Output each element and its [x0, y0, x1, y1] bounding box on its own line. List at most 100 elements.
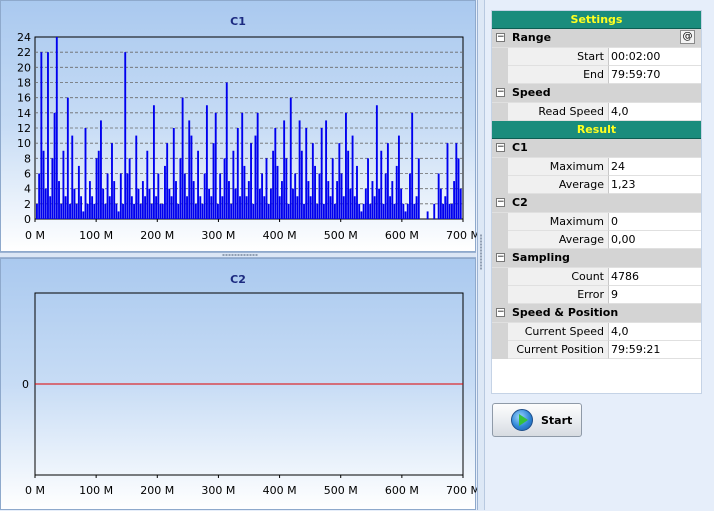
data-bar: [119, 173, 122, 219]
x-tick-label: 700 M: [446, 484, 477, 497]
property-name: Read Speed: [508, 103, 609, 121]
data-bar: [272, 150, 275, 219]
data-bar: [437, 173, 440, 219]
data-bar: [75, 203, 78, 219]
data-bar: [137, 188, 140, 219]
data-bar: [296, 196, 299, 219]
property-row-c2-maximum[interactable]: Maximum 0: [492, 213, 701, 231]
data-bar: [358, 203, 361, 219]
data-bar: [362, 203, 365, 219]
data-bar: [230, 203, 233, 219]
data-bar: [380, 150, 383, 219]
data-bar: [305, 128, 308, 219]
property-row-current-speed[interactable]: Current Speed 4,0: [492, 323, 701, 341]
property-row-read-speed[interactable]: Read Speed 4,0: [492, 103, 701, 121]
data-bar: [345, 112, 347, 219]
data-bar: [278, 196, 281, 219]
data-bar: [263, 196, 266, 219]
x-tick-label: 500 M: [324, 484, 358, 497]
property-row-start[interactable]: Start 00:02:00: [492, 48, 701, 66]
data-bar: [413, 203, 416, 219]
data-bar: [225, 82, 228, 219]
data-bar: [135, 135, 138, 219]
property-row-c2-average[interactable]: Average 0,00: [492, 231, 701, 249]
collapse-icon[interactable]: −: [496, 198, 505, 207]
data-bar: [106, 173, 109, 219]
data-bar: [455, 143, 458, 219]
category-label: C1: [512, 141, 528, 154]
collapse-icon[interactable]: −: [496, 33, 505, 42]
data-bar: [161, 203, 164, 219]
data-bar: [124, 52, 127, 219]
c1-maximum-value[interactable]: 24: [609, 158, 701, 176]
current-speed-value[interactable]: 4,0: [609, 323, 701, 341]
collapse-icon[interactable]: −: [496, 88, 505, 97]
y-tick-label: 12: [17, 122, 31, 135]
x-tick-label: 100 M: [79, 229, 113, 242]
category-range[interactable]: − Range @: [492, 29, 701, 48]
data-bar: [356, 165, 358, 219]
vertical-splitter[interactable]: [477, 0, 485, 510]
data-bar: [439, 188, 442, 219]
data-bar: [261, 173, 264, 219]
category-sampling[interactable]: − Sampling: [492, 249, 701, 268]
x-tick-label: 700 M: [446, 229, 477, 242]
collapse-icon[interactable]: −: [496, 308, 505, 317]
property-row-end[interactable]: End 79:59:70: [492, 66, 701, 84]
property-name: Maximum: [508, 213, 609, 231]
count-value[interactable]: 4786: [609, 268, 701, 286]
data-bar: [333, 203, 336, 219]
read-speed-field[interactable]: 4,0: [609, 103, 701, 121]
current-position-value[interactable]: 79:59:21: [609, 341, 701, 359]
property-row-count[interactable]: Count 4786: [492, 268, 701, 286]
property-row-error[interactable]: Error 9: [492, 286, 701, 304]
data-bar: [307, 181, 310, 219]
category-speed[interactable]: − Speed: [492, 84, 701, 103]
data-bar: [97, 150, 100, 219]
data-bar: [322, 203, 325, 219]
data-bar: [373, 196, 376, 219]
data-bar: [100, 120, 102, 219]
start-value-field[interactable]: 00:02:00: [609, 48, 701, 66]
data-bar: [314, 165, 316, 219]
collapse-icon[interactable]: −: [496, 253, 505, 262]
end-value-field[interactable]: 79:59:70: [609, 66, 701, 84]
y-tick-label: 16: [17, 92, 31, 105]
data-bar: [170, 196, 173, 219]
property-row-current-position[interactable]: Current Position 79:59:21: [492, 341, 701, 359]
start-button[interactable]: Start: [492, 403, 582, 437]
data-bar: [342, 196, 345, 219]
data-bar: [214, 112, 217, 219]
range-at-button[interactable]: @: [680, 30, 695, 44]
category-c2[interactable]: − C2: [492, 194, 701, 213]
data-bar: [150, 203, 153, 219]
collapse-icon[interactable]: −: [496, 143, 505, 152]
error-value[interactable]: 9: [609, 286, 701, 304]
settings-header: Settings: [492, 11, 701, 29]
data-bar: [369, 203, 372, 219]
x-tick-label: 600 M: [385, 484, 419, 497]
property-name: End: [508, 66, 609, 84]
data-bar: [234, 188, 237, 219]
data-bar: [186, 196, 188, 219]
c1-average-value[interactable]: 1,23: [609, 176, 701, 194]
category-label: C2: [512, 196, 528, 209]
x-tick-label: 600 M: [385, 229, 419, 242]
data-bar: [71, 135, 74, 219]
data-bar: [444, 196, 447, 219]
data-bar: [82, 211, 85, 219]
data-bar: [316, 203, 319, 219]
c2-maximum-value[interactable]: 0: [609, 213, 701, 231]
data-bar: [258, 188, 261, 219]
category-speed-position[interactable]: − Speed & Position: [492, 304, 701, 323]
c2-average-value[interactable]: 0,00: [609, 231, 701, 249]
data-bar: [126, 173, 129, 219]
property-name: Maximum: [508, 158, 609, 176]
data-bar: [331, 158, 334, 219]
property-row-c1-maximum[interactable]: Maximum 24: [492, 158, 701, 176]
data-bar: [44, 188, 47, 219]
category-c1[interactable]: − C1: [492, 139, 701, 158]
chart-c1-panel: C1 0 2 4 6 8 10 12 14 16 18 20 22 24 0 M 100 M 200 M 300…: [0, 0, 477, 252]
property-row-c1-average[interactable]: Average 1,23: [492, 176, 701, 194]
x-tick-label: 100 M: [79, 484, 113, 497]
